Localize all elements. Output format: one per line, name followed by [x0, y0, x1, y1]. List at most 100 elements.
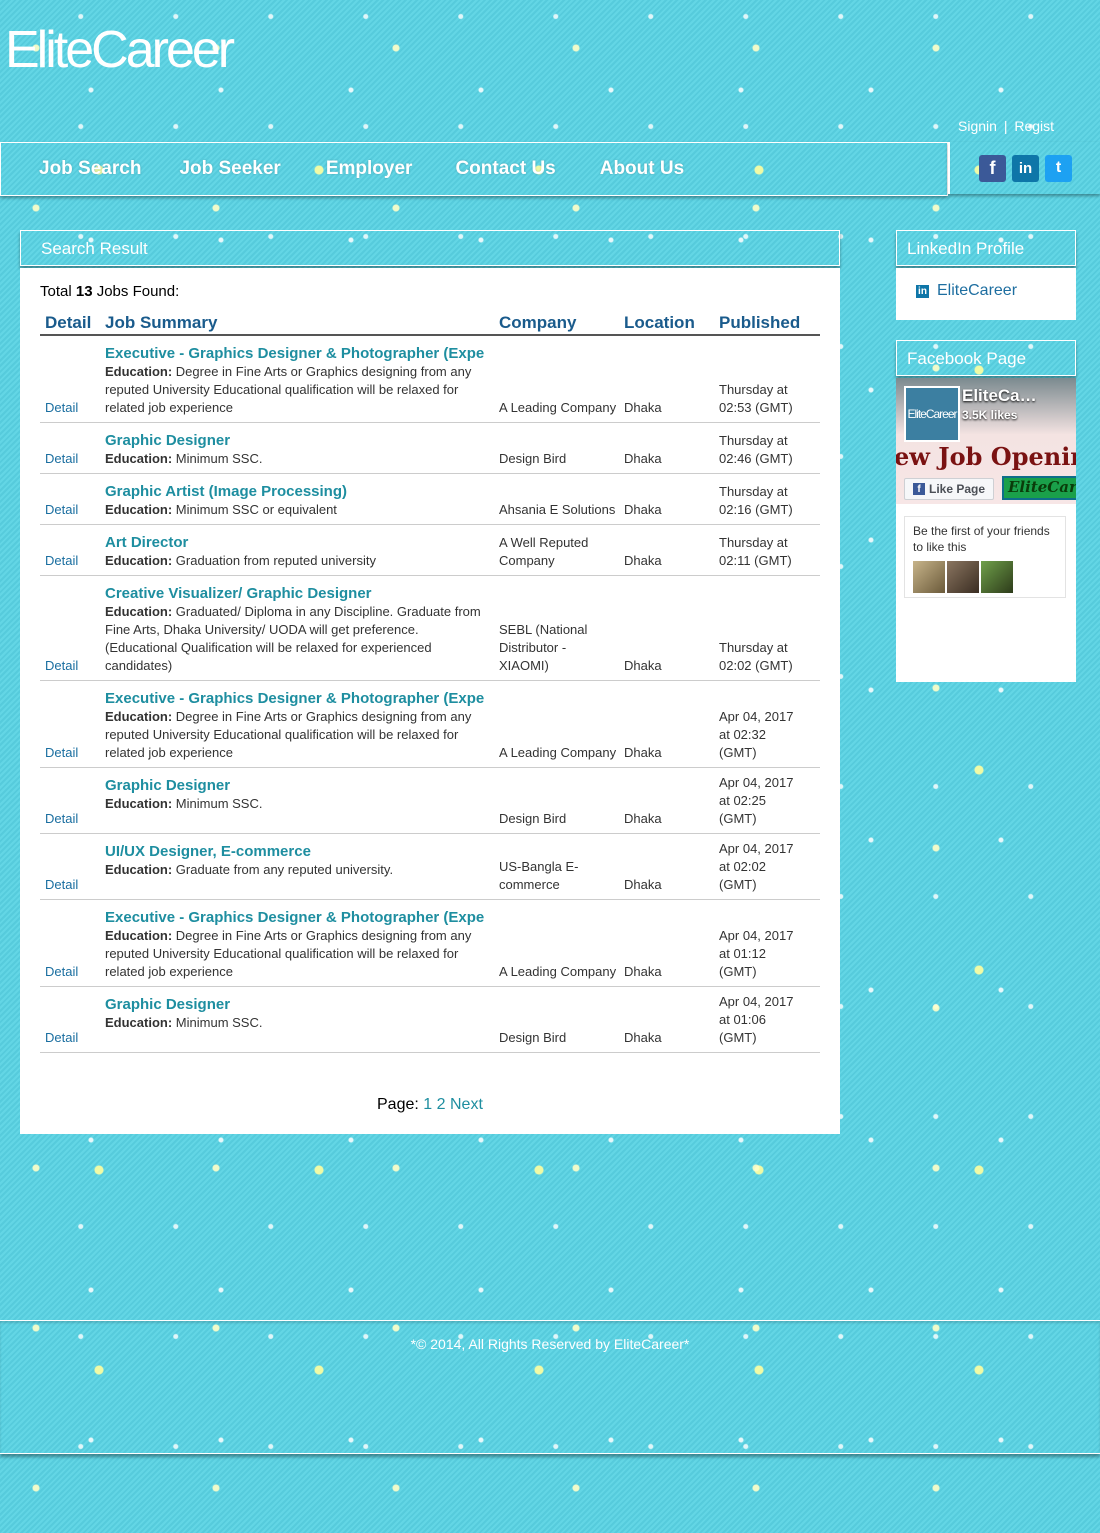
twitter-icon[interactable]: t: [1045, 154, 1072, 182]
job-published: Thursday at 02:02 (GMT): [714, 575, 820, 681]
facebook-icon[interactable]: f: [979, 154, 1006, 182]
job-title-link[interactable]: Graphic Designer: [105, 777, 490, 795]
search-result-panel: Total 13 Jobs Found: Detail Job Summary …: [20, 268, 840, 1134]
job-published: Apr 04, 2017 at 02:32 (GMT): [714, 680, 820, 768]
job-detail-link[interactable]: Detail: [45, 811, 78, 826]
job-education: Minimum SSC.: [175, 451, 263, 466]
job-detail-link[interactable]: Detail: [45, 745, 78, 760]
job-company: A Leading Company: [494, 335, 619, 423]
job-title-link[interactable]: Graphic Designer: [105, 432, 490, 450]
facebook-like-button[interactable]: f Like Page: [904, 478, 994, 500]
register-link[interactable]: Regist: [1014, 118, 1054, 134]
job-detail-link[interactable]: Detail: [45, 553, 78, 568]
linkedin-icon[interactable]: in: [1012, 154, 1039, 182]
facebook-page-name[interactable]: EliteCa…: [962, 386, 1037, 406]
facebook-page-thumbnail[interactable]: EliteCareer: [904, 386, 960, 442]
facebook-friends-box: Be the first of your friends to like thi…: [904, 516, 1066, 598]
total-jobs-count: 13: [75, 283, 93, 300]
job-location: Dhaka: [619, 767, 714, 834]
pagination: Page: 1 2 Next: [377, 1096, 483, 1114]
facebook-page-widget: EliteCareer EliteCa… 3.5K likes ew Job O…: [896, 378, 1076, 682]
job-education: Minimum SSC.: [175, 796, 263, 811]
job-published: Thursday at 02:53 (GMT): [714, 335, 820, 423]
job-summary-cell: Executive - Graphics Designer & Photogra…: [100, 335, 494, 423]
nav-job-search[interactable]: Job Search: [39, 158, 141, 180]
education-label: Education:: [105, 553, 173, 568]
col-location: Location: [619, 308, 714, 336]
job-company: A Leading Company: [494, 680, 619, 768]
job-published: Thursday at 02:46 (GMT): [714, 422, 820, 474]
facebook-cover-image[interactable]: EliteCareer EliteCa… 3.5K likes ew Job O…: [896, 378, 1076, 504]
jobs-table: Detail Job Summary Company Location Publ…: [40, 308, 820, 1053]
job-summary-cell: Executive - Graphics Designer & Photogra…: [100, 680, 494, 768]
linkedin-profile-link[interactable]: in EliteCareer: [916, 282, 1017, 300]
job-title-link[interactable]: Executive - Graphics Designer & Photogra…: [105, 690, 490, 708]
nav-employer[interactable]: Employer: [326, 158, 413, 180]
job-location: Dhaka: [619, 524, 714, 576]
site-logo[interactable]: EliteCareer: [5, 20, 235, 80]
friend-avatar[interactable]: [947, 561, 979, 593]
job-summary-cell: Graphic Artist (Image Processing) Educati…: [100, 473, 494, 525]
job-row: Detail Graphic Designer Education: Minimum…: [40, 767, 820, 834]
total-jobs-text: Total 13 Jobs Found:: [40, 283, 180, 300]
job-published: Apr 04, 2017 at 02:02 (GMT): [714, 833, 820, 900]
job-detail-cell: Detail: [40, 575, 100, 681]
job-location: Dhaka: [619, 986, 714, 1053]
job-title-link[interactable]: Graphic Designer: [105, 996, 490, 1014]
next-page-link[interactable]: Next: [450, 1096, 483, 1113]
page-1-link[interactable]: 1: [423, 1096, 432, 1113]
friend-avatar[interactable]: [913, 561, 945, 593]
job-detail-link[interactable]: Detail: [45, 400, 78, 415]
job-title-link[interactable]: Executive - Graphics Designer & Photogra…: [105, 909, 490, 927]
job-summary-cell: Graphic Designer Education: Minimum SSC.: [100, 422, 494, 474]
education-label: Education:: [105, 928, 173, 943]
job-row: Detail Creative Visualizer/ Graphic Desig…: [40, 575, 820, 681]
job-row: Detail Executive - Graphics Designer & Ph…: [40, 680, 820, 768]
job-title-link[interactable]: Graphic Artist (Image Processing): [105, 483, 490, 501]
job-detail-link[interactable]: Detail: [45, 658, 78, 673]
job-row: Detail Graphic Designer Education: Minimum…: [40, 986, 820, 1053]
linkedin-profile-heading: LinkedIn Profile: [896, 230, 1076, 266]
job-detail-cell: Detail: [40, 680, 100, 768]
job-location: Dhaka: [619, 575, 714, 681]
nav-contact-us[interactable]: Contact Us: [455, 158, 555, 180]
job-detail-link[interactable]: Detail: [45, 1030, 78, 1045]
footer: *© 2014, All Rights Reserved by EliteCar…: [0, 1320, 1100, 1454]
job-published: Apr 04, 2017 at 01:06 (GMT): [714, 986, 820, 1053]
facebook-page-heading: Facebook Page: [896, 340, 1076, 376]
nav-about-us[interactable]: About Us: [600, 158, 684, 180]
account-links: Signin | Regist: [958, 118, 1054, 134]
job-detail-link[interactable]: Detail: [45, 964, 78, 979]
friend-avatar[interactable]: [981, 561, 1013, 593]
main-nav: Job Search Job Seeker Employer Contact U…: [0, 142, 948, 196]
job-title-link[interactable]: UI/UX Designer, E-commerce: [105, 843, 490, 861]
education-label: Education:: [105, 1015, 173, 1030]
job-education: Graduation from reputed university: [175, 553, 376, 568]
job-detail-cell: Detail: [40, 335, 100, 423]
job-location: Dhaka: [619, 473, 714, 525]
nav-job-seeker[interactable]: Job Seeker: [179, 158, 280, 180]
col-published: Published: [714, 308, 820, 336]
copyright-text: *© 2014, All Rights Reserved by EliteCar…: [410, 1336, 690, 1352]
job-detail-cell: Detail: [40, 986, 100, 1053]
col-company: Company: [494, 308, 619, 336]
job-title-link[interactable]: Executive - Graphics Designer & Photogra…: [105, 345, 490, 363]
job-row: Detail Graphic Artist (Image Processing) E…: [40, 473, 820, 525]
job-detail-link[interactable]: Detail: [45, 502, 78, 517]
job-location: Dhaka: [619, 833, 714, 900]
facebook-cover-banner-text: ew Job Openin: [896, 442, 1076, 471]
page-2-link[interactable]: 2: [437, 1096, 446, 1113]
job-location: Dhaka: [619, 680, 714, 768]
job-row: Detail Executive - Graphics Designer & Ph…: [40, 899, 820, 987]
job-detail-link[interactable]: Detail: [45, 877, 78, 892]
job-detail-link[interactable]: Detail: [45, 451, 78, 466]
signin-link[interactable]: Signin: [958, 118, 997, 134]
job-published: Thursday at 02:11 (GMT): [714, 524, 820, 576]
job-company: Design Bird: [494, 767, 619, 834]
job-location: Dhaka: [619, 335, 714, 423]
job-detail-cell: Detail: [40, 422, 100, 474]
job-title-link[interactable]: Creative Visualizer/ Graphic Designer: [105, 585, 490, 603]
col-job-summary: Job Summary: [100, 308, 494, 336]
education-label: Education:: [105, 862, 173, 877]
job-title-link[interactable]: Art Director: [105, 534, 490, 552]
